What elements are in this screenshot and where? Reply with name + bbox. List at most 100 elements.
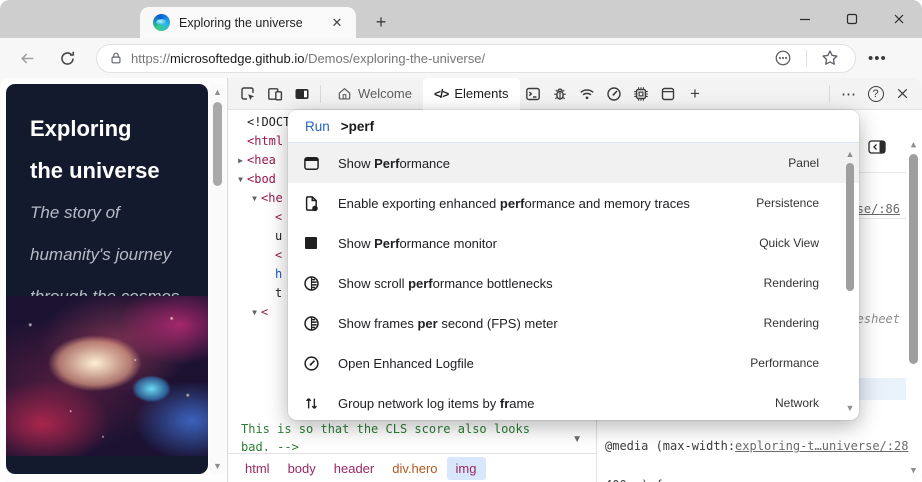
more-options-icon[interactable]: ⋯ <box>835 80 862 108</box>
inspect-icon[interactable] <box>234 80 261 108</box>
command-item[interactable]: Open Enhanced Logfile Performance <box>288 343 859 383</box>
breadcrumb-item-html[interactable]: html <box>236 457 279 480</box>
command-item-label: Open Enhanced Logfile <box>338 355 474 371</box>
network-icon[interactable] <box>574 80 601 108</box>
styles-scrollbar-thumb[interactable] <box>909 154 918 364</box>
devtools: Welcome </> Elements + ⋯? <!DOCTY <html l… <box>227 78 922 482</box>
command-item[interactable]: Enable exporting enhanced performance an… <box>288 183 859 223</box>
command-item[interactable]: Show scroll performance bottlenecks Rende… <box>288 263 859 303</box>
focus-mode-icon[interactable] <box>288 80 315 108</box>
media-query-text: @media (max-width: <box>605 439 736 453</box>
tab-title: Exploring the universe <box>179 15 303 30</box>
palette-scrollbar-thumb[interactable] <box>846 163 854 291</box>
title-bar: Exploring the universe ✕ + <box>0 0 922 38</box>
command-item-label: Enable exporting enhanced performance an… <box>338 195 690 211</box>
expand-arrow-icon[interactable]: ▶ <box>234 151 247 170</box>
scroll-down-icon[interactable]: ▼ <box>907 466 920 476</box>
tab-welcome[interactable]: Welcome <box>326 78 423 110</box>
scroll-up-icon[interactable]: ▲ <box>210 87 225 97</box>
command-palette: Run >perf Show Performance Panel Enable ex… <box>288 110 859 420</box>
close-devtools-icon[interactable] <box>889 80 916 108</box>
command-item-label: Show frames per second (FPS) meter <box>338 315 558 331</box>
tab-close-icon[interactable]: ✕ <box>328 14 346 32</box>
export-trace-icon[interactable] <box>302 194 320 212</box>
reload-icon[interactable] <box>52 43 82 73</box>
home-icon <box>338 87 351 100</box>
toolbar-divider <box>320 84 321 103</box>
console-icon[interactable] <box>520 80 547 108</box>
elements-code-icon: </> <box>433 86 449 101</box>
toolbar-divider <box>829 84 830 103</box>
memory-icon[interactable] <box>628 80 655 108</box>
application-icon[interactable] <box>655 80 682 108</box>
page-heading-line: the universe <box>30 158 160 183</box>
debug-icon[interactable] <box>547 80 574 108</box>
rendering-icon[interactable] <box>302 274 320 292</box>
close-icon[interactable] <box>875 0 922 38</box>
scroll-down-icon[interactable]: ▼ <box>210 461 225 471</box>
media-rule-block[interactable]: @media (max-width: exploring-t…universe/:… <box>605 414 908 482</box>
add-panel-icon[interactable]: + <box>682 80 709 108</box>
command-palette-header: Run >perf <box>288 110 859 143</box>
tab-elements[interactable]: </> Elements <box>422 78 520 110</box>
help-icon[interactable]: ? <box>862 80 889 108</box>
rendering-icon[interactable] <box>302 314 320 332</box>
command-item[interactable]: Show Performance monitor Quick View <box>288 223 859 263</box>
scroll-down-icon[interactable]: ▼ <box>844 403 856 413</box>
command-item-category: Panel <box>788 156 819 170</box>
scroll-up-icon[interactable]: ▲ <box>907 140 920 150</box>
command-item[interactable]: Show frames per second (FPS) meter Render… <box>288 303 859 343</box>
hero-subtitle-line: humanity's journey <box>30 245 172 264</box>
palette-scrollbar[interactable]: ▲ ▼ <box>844 147 856 415</box>
styles-scrollbar[interactable]: ▲ ▼ <box>907 138 920 478</box>
browser-tab[interactable]: Exploring the universe ✕ <box>140 7 356 38</box>
stylesheet-link-28[interactable]: exploring-t…universe/:28 <box>735 440 908 453</box>
command-item-label: Show scroll performance bottlenecks <box>338 275 553 291</box>
command-item[interactable]: Show Performance Panel <box>288 143 859 183</box>
breadcrumb-item-img[interactable]: img <box>446 456 486 480</box>
url-text[interactable]: https://microsoftedge.github.io/Demos/ex… <box>131 51 768 66</box>
window-controls <box>781 0 922 38</box>
command-item[interactable]: Group network log items by frame Network <box>288 383 859 420</box>
expand-arrow-icon[interactable]: ▼ <box>248 303 261 322</box>
sort-arrows-icon[interactable] <box>302 394 320 412</box>
favorites-star-icon[interactable] <box>815 43 845 73</box>
device-emulation-icon[interactable] <box>261 80 288 108</box>
expand-arrow-icon[interactable]: ▼ <box>248 189 261 208</box>
back-icon[interactable] <box>12 43 42 73</box>
html-comment-text[interactable]: This is so that the CLS score also looks… <box>241 420 530 456</box>
tree-node-text: <bod <box>247 172 276 186</box>
monitor-icon[interactable] <box>302 234 320 252</box>
settings-more-icon[interactable]: ••• <box>868 50 887 67</box>
minimize-icon[interactable] <box>781 0 828 38</box>
edge-favicon-icon <box>153 14 170 31</box>
tree-node-text: < <box>275 248 283 262</box>
tab-welcome-label: Welcome <box>358 86 412 101</box>
page-heading-line: Exploring <box>30 116 132 141</box>
command-palette-list: Show Performance Panel Enable exporting en… <box>288 143 859 420</box>
run-label: Run <box>305 118 330 134</box>
panel-icon[interactable] <box>302 154 320 172</box>
breadcrumb-item-body[interactable]: body <box>279 457 325 480</box>
performance-icon[interactable] <box>601 80 628 108</box>
page-scrollbar-thumb[interactable] <box>213 102 222 186</box>
tree-node-text: <he <box>261 191 283 205</box>
maximize-icon[interactable] <box>828 0 875 38</box>
new-tab-button[interactable]: + <box>368 9 394 35</box>
elements-scroll-down-icon[interactable]: ▼ <box>572 434 582 445</box>
breadcrumb-item-div-hero[interactable]: div.hero <box>383 457 446 480</box>
tree-node-text: <hea <box>247 153 276 167</box>
command-input[interactable]: >perf <box>341 119 374 134</box>
address-bar[interactable]: https://microsoftedge.github.io/Demos/ex… <box>96 43 856 73</box>
tree-node-text: t <box>275 286 283 300</box>
dock-sidebar-icon[interactable] <box>868 140 886 154</box>
breadcrumb-item-header[interactable]: header <box>325 457 383 480</box>
lock-icon[interactable] <box>109 51 123 65</box>
breadcrumb: html body header div.hero img <box>228 453 596 482</box>
page-scrollbar[interactable]: ▲ ▼ <box>210 84 225 474</box>
command-item-label: Group network log items by frame <box>338 395 535 411</box>
site-permissions-icon[interactable] <box>768 43 798 73</box>
expand-arrow-icon[interactable]: ▼ <box>234 170 247 189</box>
scroll-up-icon[interactable]: ▲ <box>844 149 856 159</box>
gauge-icon[interactable] <box>302 354 320 372</box>
